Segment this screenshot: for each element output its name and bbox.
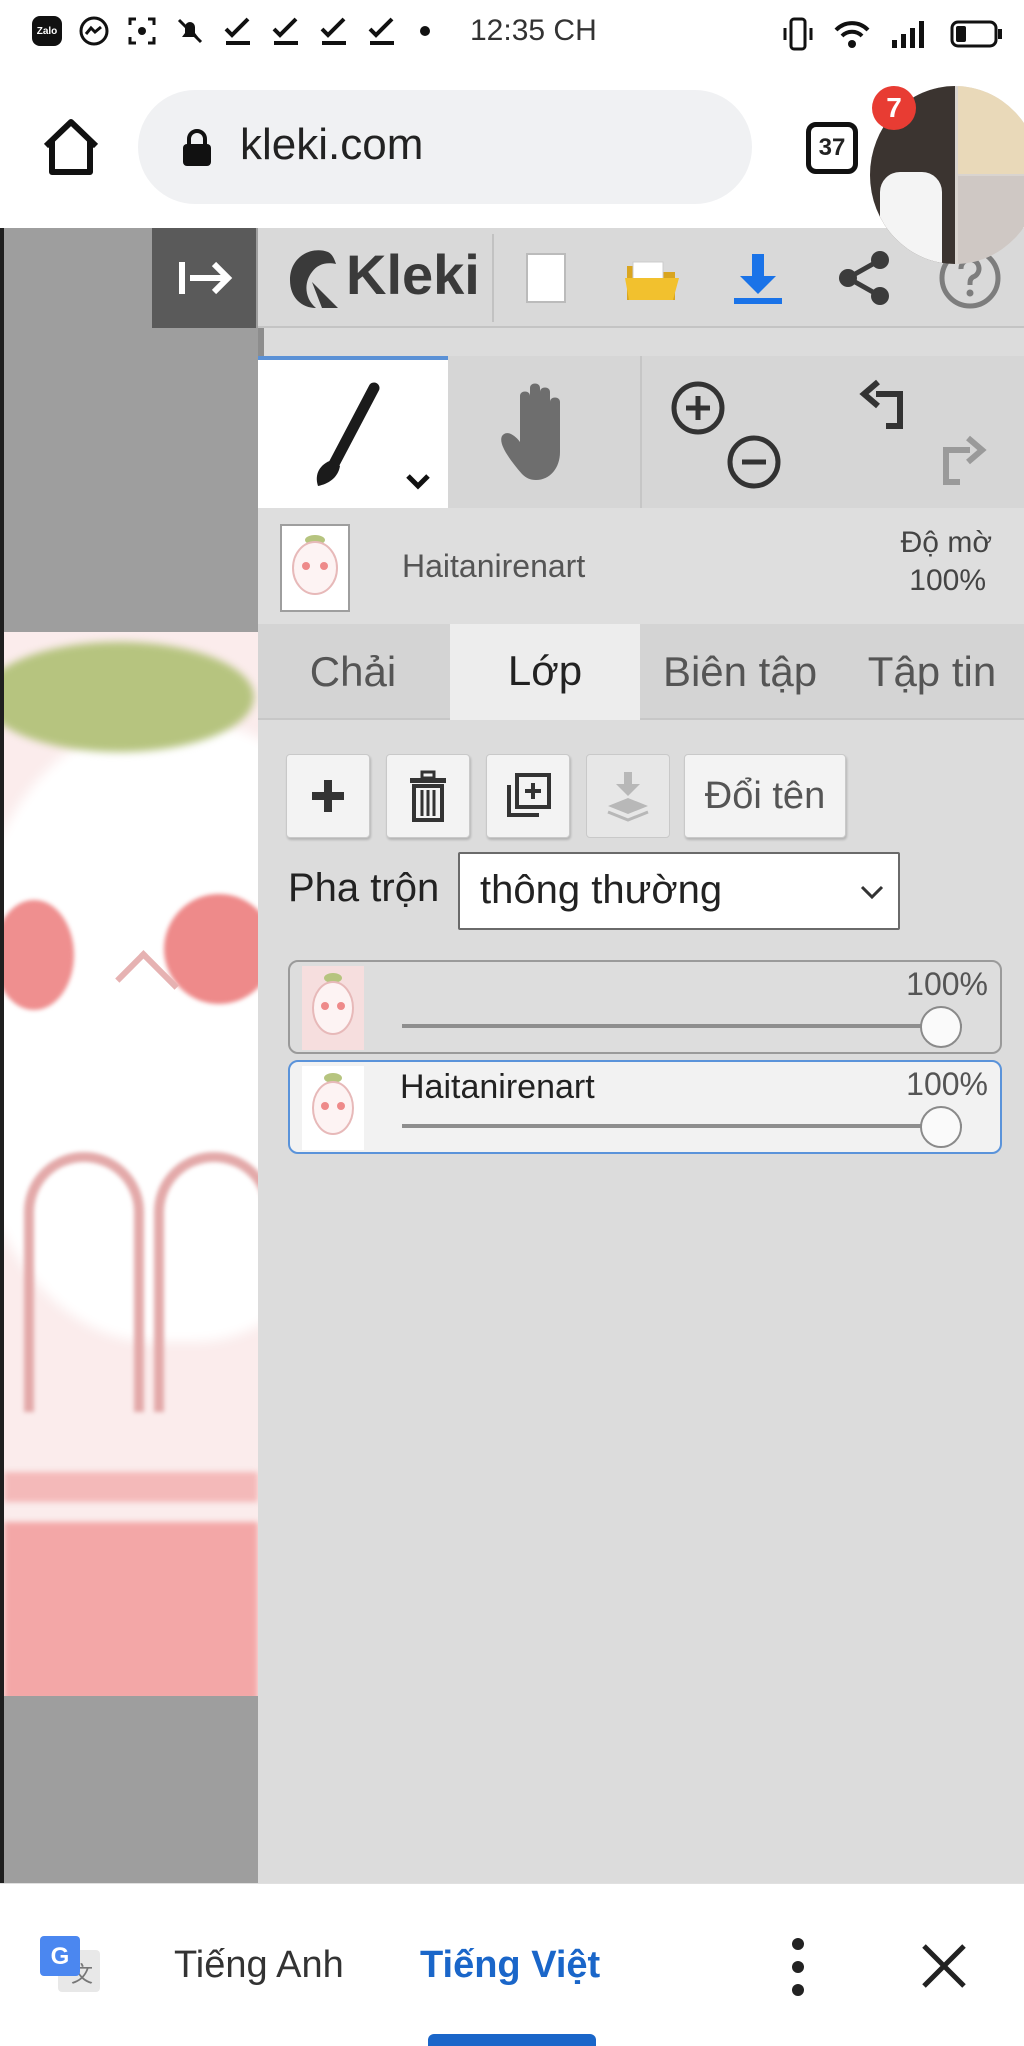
wifi-icon	[834, 21, 870, 48]
check-icon	[272, 17, 298, 45]
status-bar: Zalo 12:35 CH	[0, 0, 1024, 72]
canvas-drawing-body	[4, 1522, 258, 1696]
layer-thumbnail[interactable]	[280, 524, 350, 612]
rename-layer-button[interactable]: Đổi tên	[684, 754, 846, 838]
new-image-button[interactable]	[510, 242, 582, 314]
translate-bar: 文G Tiếng Anh Tiếng Việt	[0, 1883, 1024, 2046]
download-button[interactable]	[722, 242, 794, 314]
layer-item[interactable]: Haitanirenart 100%	[288, 1060, 1002, 1154]
tab-layers[interactable]: Lớp	[450, 624, 640, 720]
layer-thumbnail-art	[292, 535, 338, 595]
home-icon[interactable]	[38, 114, 104, 180]
side-panel: Kleki Haitanirenart Độ mờ 100% Chải Lớp …	[258, 228, 1024, 1883]
tool-divider	[640, 356, 642, 508]
hand-icon	[501, 383, 560, 480]
download-icon	[734, 254, 782, 304]
dot-icon	[420, 26, 430, 36]
new-image-icon	[526, 253, 566, 303]
opacity-label: Độ mờ	[900, 526, 992, 559]
avatar-shirt	[880, 172, 942, 264]
hand-tool-button[interactable]	[450, 356, 640, 508]
brush-icon	[316, 382, 430, 490]
source-language-option[interactable]: Tiếng Anh	[174, 1944, 344, 1987]
tab-edit[interactable]: Biên tập	[640, 624, 840, 720]
toolbar-divider	[492, 234, 494, 322]
avatar	[958, 86, 1024, 174]
canvas-drawing-arm	[24, 1152, 144, 1412]
opacity-value: 100%	[909, 564, 986, 597]
zoom-in-icon[interactable]	[668, 378, 728, 438]
mute-icon	[177, 18, 203, 44]
target-language-option[interactable]: Tiếng Việt	[420, 1944, 600, 1987]
collapse-arrow-icon	[179, 261, 233, 295]
notification-badge: 7	[872, 86, 916, 130]
svg-text:G: G	[51, 1943, 70, 1970]
delete-layer-button[interactable]	[386, 754, 470, 838]
vibrate-icon	[783, 17, 813, 51]
layer-opacity-slider[interactable]	[402, 1124, 962, 1128]
signal-icon	[892, 21, 924, 48]
canvas-area[interactable]	[0, 228, 258, 1883]
merge-down-button[interactable]	[586, 754, 670, 838]
brush-tool-button[interactable]	[258, 356, 448, 508]
check-icon	[224, 17, 250, 45]
screenshot-icon	[128, 17, 156, 45]
address-bar[interactable]: kleki.com	[138, 90, 752, 204]
battery-icon	[950, 20, 1002, 48]
status-right-icons	[782, 16, 1004, 52]
blend-mode-label: Pha trộn	[288, 866, 440, 910]
drawing-canvas[interactable]	[4, 632, 258, 1696]
close-icon[interactable]	[918, 1940, 970, 1992]
layer-thumbnail	[302, 1066, 364, 1150]
duplicate-icon	[507, 773, 551, 817]
canvas-drawing-band	[4, 1472, 258, 1502]
trash-icon	[410, 770, 446, 822]
layer-name: Haitanirenart	[400, 1068, 595, 1106]
merge-down-icon	[607, 772, 649, 822]
redo-icon[interactable]	[926, 430, 990, 494]
tool-row	[258, 356, 1024, 508]
check-icon	[320, 17, 346, 45]
tab-switcher-button[interactable]: 37	[806, 122, 858, 174]
tab-file[interactable]: Tập tin	[840, 624, 1024, 720]
status-left-icons: Zalo 12:35 CH	[32, 14, 597, 48]
panel-tabs: Chải Lớp Biên tập Tập tin	[258, 624, 1024, 720]
undo-icon[interactable]	[856, 374, 920, 438]
kleki-app: Kleki Haitanirenart Độ mờ 100% Chải Lớp …	[0, 228, 1024, 1883]
chevron-down-icon	[860, 885, 884, 900]
google-translate-icon: 文G	[40, 1936, 100, 1992]
canvas-drawing-arm	[154, 1152, 258, 1412]
slider-knob[interactable]	[920, 1006, 962, 1048]
layer-opacity-value: 100%	[906, 966, 988, 1002]
collapse-panel-button[interactable]	[152, 228, 256, 328]
messenger-icon	[79, 16, 109, 46]
open-file-button[interactable]	[616, 242, 688, 314]
plus-icon	[312, 780, 344, 812]
kleki-logo-icon	[290, 250, 338, 308]
zoom-out-icon[interactable]	[724, 432, 784, 492]
more-options-icon[interactable]	[780, 1934, 816, 2000]
kleki-logo-text: Kleki	[346, 243, 480, 306]
layer-thumbnail	[302, 966, 364, 1050]
tab-brush[interactable]: Chải	[258, 624, 448, 720]
layers-panel: Đổi tên Pha trộn thông thường 100% Haitan…	[258, 720, 1024, 1883]
layer-opacity-slider[interactable]	[402, 1024, 962, 1028]
current-layer-name: Haitanirenart	[402, 548, 586, 584]
blend-mode-value: thông thường	[480, 868, 723, 912]
open-folder-icon	[625, 261, 679, 300]
layer-item[interactable]: 100%	[288, 960, 1002, 1054]
add-layer-button[interactable]	[286, 754, 370, 838]
zalo-icon: Zalo	[32, 16, 62, 46]
slider-knob[interactable]	[920, 1106, 962, 1148]
layer-opacity-value: 100%	[906, 1066, 988, 1102]
active-language-indicator	[428, 2034, 596, 2046]
url-text: kleki.com	[240, 120, 424, 169]
blend-mode-select[interactable]: thông thường	[458, 852, 900, 930]
status-time: 12:35 CH	[470, 14, 597, 47]
lock-icon	[183, 129, 211, 166]
check-icon	[368, 17, 394, 45]
avatar	[958, 176, 1024, 264]
duplicate-layer-button[interactable]	[486, 754, 570, 838]
current-layer-info: Haitanirenart Độ mờ 100%	[258, 508, 1024, 638]
